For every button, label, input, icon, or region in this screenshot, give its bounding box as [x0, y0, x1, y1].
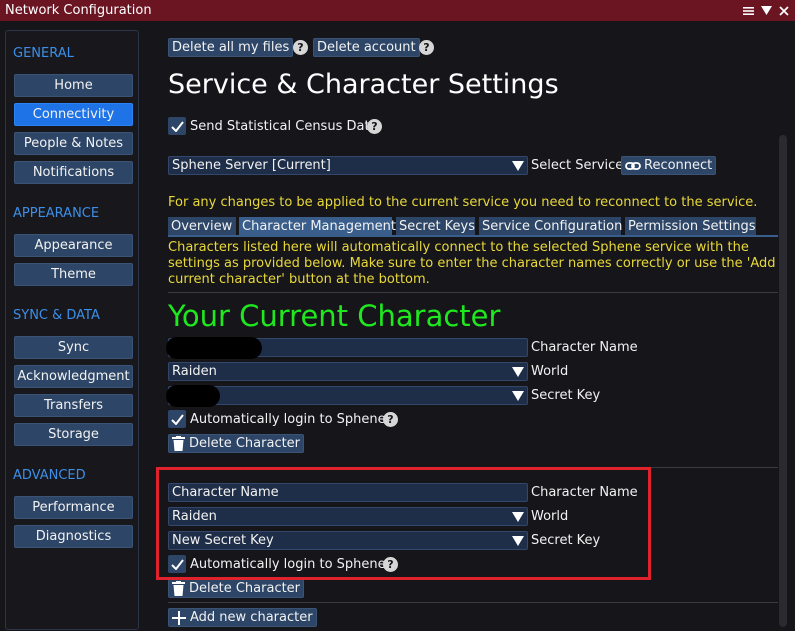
- window-title: Network Configuration: [5, 3, 152, 18]
- census-label: Send Statistical Census Data: [190, 119, 378, 134]
- sidebar-item-transfers[interactable]: Transfers: [14, 394, 133, 417]
- secret-key-label: Secret Key: [531, 388, 601, 403]
- delete-account-help-icon[interactable]: ?: [419, 40, 434, 55]
- link-icon: [625, 162, 641, 170]
- tab-permission-settings[interactable]: Permission Settings: [625, 217, 756, 236]
- sidebar: GENERAL Home Connectivity People & Notes…: [5, 30, 139, 630]
- section-label-sync-data: SYNC & DATA: [13, 308, 100, 323]
- world-label: World: [531, 364, 569, 379]
- census-checkbox[interactable]: [168, 117, 186, 135]
- tab-character-management[interactable]: Character Management: [239, 217, 396, 236]
- section-label-general: GENERAL: [13, 46, 74, 61]
- sidebar-item-performance[interactable]: Performance: [14, 496, 133, 519]
- new-delete-character-button[interactable]: Delete Character: [168, 579, 305, 598]
- census-help-icon[interactable]: ?: [367, 119, 382, 134]
- dropdown-arrow-icon: [509, 363, 527, 380]
- highlight-box: [156, 467, 651, 580]
- reconnect-button[interactable]: Reconnect: [621, 156, 717, 175]
- menu-icon[interactable]: [741, 0, 755, 21]
- add-new-character-label: Add new character: [190, 610, 313, 625]
- sidebar-item-notifications[interactable]: Notifications: [14, 161, 133, 184]
- title-bar[interactable]: Network Configuration: [0, 0, 795, 21]
- sidebar-item-storage[interactable]: Storage: [14, 423, 133, 446]
- sidebar-item-home[interactable]: Home: [14, 74, 133, 97]
- add-new-character-button[interactable]: Add new character: [168, 608, 317, 627]
- redaction-mask: [166, 337, 262, 359]
- checkmark-icon: [170, 413, 184, 425]
- current-world-select[interactable]: Raiden: [168, 362, 528, 381]
- service-select-value: Sphene Server [Current]: [172, 158, 331, 173]
- current-world-value: Raiden: [172, 364, 217, 379]
- tab-service-configuration[interactable]: Service Configuration: [479, 217, 622, 236]
- plus-icon: [172, 611, 186, 625]
- tab-underline: [168, 235, 778, 237]
- current-delete-character-button[interactable]: Delete Character: [168, 434, 305, 453]
- sidebar-item-connectivity[interactable]: Connectivity: [14, 103, 133, 126]
- current-auto-login-label: Automatically login to Sphene: [190, 412, 386, 427]
- divider: [168, 292, 778, 293]
- divider: [168, 602, 778, 603]
- section-label-advanced: ADVANCED: [13, 468, 86, 483]
- tab-overview[interactable]: Overview: [168, 217, 236, 236]
- sidebar-item-acknowledgment[interactable]: Acknowledgment: [14, 365, 133, 388]
- checkmark-icon: [170, 120, 184, 132]
- window-body: GENERAL Home Connectivity People & Notes…: [0, 21, 795, 631]
- redaction-mask: [166, 385, 220, 407]
- tab-secret-keys[interactable]: Secret Keys: [396, 217, 475, 236]
- sidebar-item-diagnostics[interactable]: Diagnostics: [14, 525, 133, 548]
- dropdown-arrow-icon: [509, 157, 527, 174]
- dropdown-arrow-icon: [509, 387, 527, 404]
- delete-files-help-icon[interactable]: ?: [293, 40, 308, 55]
- reconnect-label: Reconnect: [644, 158, 713, 173]
- reconnect-notice: For any changes to be applied to the cur…: [168, 195, 758, 210]
- section-label-appearance: APPEARANCE: [13, 206, 100, 221]
- sidebar-item-people-notes[interactable]: People & Notes: [14, 132, 133, 155]
- sidebar-item-appearance[interactable]: Appearance: [14, 234, 133, 257]
- service-select[interactable]: Sphene Server [Current]: [168, 156, 528, 175]
- close-icon[interactable]: [777, 0, 791, 21]
- auto-login-help-icon[interactable]: ?: [383, 412, 398, 427]
- trash-icon: [172, 581, 185, 596]
- character-info-text: Characters listed here will automaticall…: [168, 240, 776, 287]
- sidebar-item-theme[interactable]: Theme: [14, 263, 133, 286]
- delete-character-label: Delete Character: [189, 581, 301, 596]
- current-character-heading: Your Current Character: [168, 299, 501, 333]
- current-secret-key-select[interactable]: [168, 386, 528, 405]
- page-title: Service & Character Settings: [168, 69, 559, 100]
- delete-account-button[interactable]: Delete account: [313, 38, 420, 57]
- trash-icon: [172, 436, 185, 451]
- character-name-label: Character Name: [531, 340, 638, 355]
- delete-character-label: Delete Character: [189, 436, 301, 451]
- scrollbar[interactable]: [779, 135, 787, 627]
- collapse-icon[interactable]: [759, 0, 773, 21]
- sidebar-item-sync[interactable]: Sync: [14, 336, 133, 359]
- current-auto-login-checkbox[interactable]: [168, 410, 186, 428]
- delete-all-files-button[interactable]: Delete all my files: [168, 38, 294, 57]
- select-service-label: Select Service: [531, 158, 624, 173]
